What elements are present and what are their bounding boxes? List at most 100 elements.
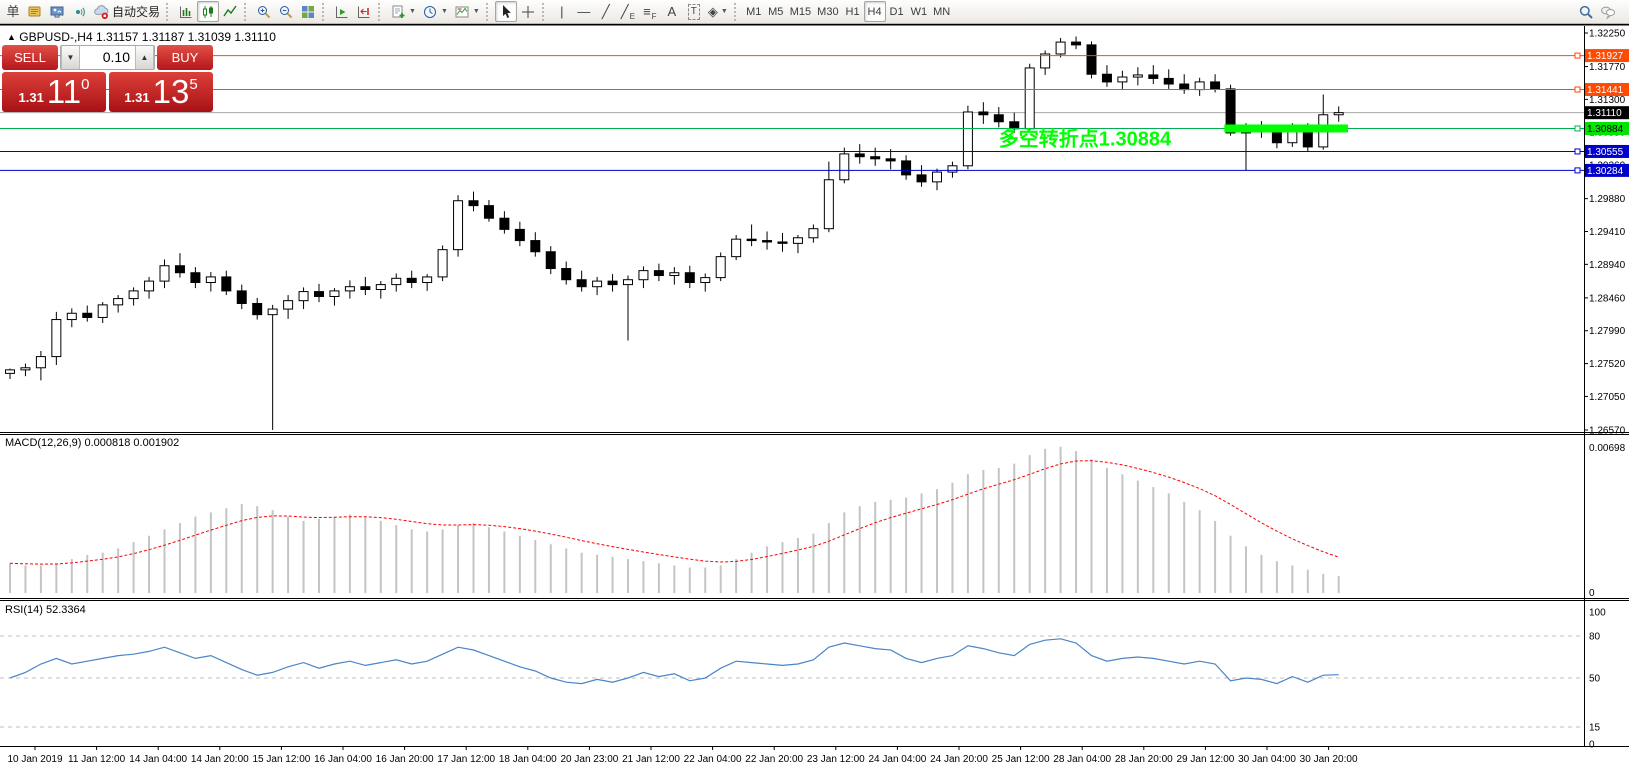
candle-body: [392, 278, 401, 284]
candle-body: [484, 206, 493, 219]
vertical-line-button[interactable]: |: [551, 1, 573, 22]
candle-body: [206, 277, 215, 283]
editor-icon-button[interactable]: [46, 1, 68, 22]
autotrading-button[interactable]: 自动交易: [90, 1, 163, 22]
zoom-in-button[interactable]: [253, 1, 275, 22]
line-end-marker[interactable]: [1575, 87, 1580, 92]
price-line-badge-text: 1.31927: [1587, 51, 1624, 62]
zoom-out-button[interactable]: [275, 1, 297, 22]
time-axis-label: 29 Jan 12:00: [1176, 754, 1234, 765]
tf-m1-label: M1: [746, 6, 761, 18]
sell-price-button[interactable]: 1.31 11 0: [2, 72, 106, 112]
candle-body: [52, 320, 61, 357]
horizontal-line-button[interactable]: —: [573, 1, 595, 22]
cursor-button[interactable]: [495, 1, 517, 22]
text-glyph: A: [667, 5, 676, 19]
tf-h1[interactable]: H1: [842, 1, 864, 22]
price-tick-label: 1.29880: [1589, 194, 1626, 205]
lot-decrease-button[interactable]: ▼: [61, 46, 80, 69]
trendline-button[interactable]: ╱: [595, 1, 617, 22]
history-icon-button[interactable]: [24, 1, 46, 22]
macd-axis-max-label: 0.00698: [1589, 443, 1626, 454]
indicators-button[interactable]: ▼: [387, 1, 419, 22]
tf-m1[interactable]: M1: [743, 1, 765, 22]
price-tick-label: 1.27990: [1589, 326, 1626, 337]
time-axis-label: 28 Jan 04:00: [1053, 754, 1111, 765]
tf-h4-label: H4: [868, 6, 882, 18]
bars-icon: [178, 4, 194, 20]
candle-body: [1149, 75, 1158, 78]
tf-h4[interactable]: H4: [864, 1, 886, 22]
clock-icon: [422, 4, 438, 20]
time-axis-label: 11 Jan 12:00: [68, 754, 126, 765]
candle-body: [268, 309, 277, 315]
candle-body: [345, 287, 354, 291]
symbol-triangle-icon: ▲: [7, 32, 16, 42]
auto-scroll-button[interactable]: [331, 1, 353, 22]
price-tick-label: 1.31770: [1589, 62, 1626, 73]
candle-body: [361, 287, 370, 290]
candle-body: [685, 273, 694, 283]
tf-mn[interactable]: MN: [930, 1, 953, 22]
line-end-marker[interactable]: [1575, 126, 1580, 131]
time-axis-label: 22 Jan 04:00: [684, 754, 742, 765]
rsi-axis-label: 50: [1589, 674, 1601, 685]
zoom-group: [253, 1, 319, 22]
search-button[interactable]: [1575, 1, 1597, 22]
line-end-marker[interactable]: [1575, 168, 1580, 173]
candle-body: [763, 241, 772, 242]
tf-w1[interactable]: W1: [908, 1, 931, 22]
tile-windows-button[interactable]: [297, 1, 319, 22]
lot-increase-button[interactable]: ▲: [135, 46, 154, 69]
tf-h1-label: H1: [846, 6, 860, 18]
chart-canvas[interactable]: 多空转折点1.308841.322501.317701.313001.30830…: [0, 24, 1629, 771]
cloud-icon: [93, 4, 109, 20]
templates-button[interactable]: ▼: [451, 1, 483, 22]
chat-button[interactable]: [1597, 1, 1619, 22]
periods-button[interactable]: ▼: [419, 1, 451, 22]
tf-m30[interactable]: M30: [814, 1, 841, 22]
buy-price-button[interactable]: 1.31 13 5: [109, 72, 213, 112]
chart-window[interactable]: 多空转折点1.308841.322501.317701.313001.30830…: [0, 24, 1629, 771]
template-icon: [454, 4, 470, 20]
toolbar-separator: [486, 3, 492, 21]
candle-body: [222, 277, 231, 291]
new-order-button[interactable]: 单: [2, 1, 24, 22]
tf-m5[interactable]: M5: [765, 1, 787, 22]
candle-body: [608, 281, 617, 284]
chevron-down-icon: ▼: [721, 8, 728, 15]
tf-d1[interactable]: D1: [886, 1, 908, 22]
candle-body: [284, 301, 293, 309]
tf-m15[interactable]: M15: [787, 1, 814, 22]
chart-shift-button[interactable]: [353, 1, 375, 22]
candle-body: [438, 250, 447, 277]
macd-indicator-label: MACD(12,26,9) 0.000818 0.001902: [5, 437, 179, 449]
lot-size-input[interactable]: 0.10: [80, 46, 135, 69]
buy-price-big-digits: 13: [153, 72, 190, 112]
candle-body: [1025, 68, 1034, 129]
candle-body: [67, 313, 76, 319]
arrows-button[interactable]: ◈▼: [705, 1, 731, 22]
candle-body: [469, 201, 478, 206]
channel-button[interactable]: ╱E: [617, 1, 639, 22]
buy-button[interactable]: BUY: [157, 45, 213, 70]
text-button[interactable]: A: [661, 1, 683, 22]
rsi-axis-label: 80: [1589, 632, 1601, 643]
bar-chart-button[interactable]: [175, 1, 197, 22]
line-end-marker[interactable]: [1575, 149, 1580, 154]
crosshair-button[interactable]: [517, 1, 539, 22]
symbol-label: GBPUSD-,H4: [19, 30, 92, 44]
fibonacci-button[interactable]: ≡F: [639, 1, 661, 22]
sell-button[interactable]: SELL: [2, 45, 58, 70]
line-chart-button[interactable]: [219, 1, 241, 22]
price-line-badge-text: 1.30555: [1587, 147, 1624, 158]
candle-body: [423, 277, 432, 283]
scroll-group: [331, 1, 375, 22]
tf-m5-label: M5: [768, 6, 783, 18]
label-button[interactable]: T: [683, 1, 705, 22]
alerts-icon-button[interactable]: [68, 1, 90, 22]
candlestick-chart-button[interactable]: [197, 1, 219, 22]
fibonacci-glyph: ≡: [643, 5, 651, 19]
line-end-marker[interactable]: [1575, 53, 1580, 58]
ohlc-values: 1.31157 1.31187 1.31039 1.31110: [96, 30, 276, 44]
